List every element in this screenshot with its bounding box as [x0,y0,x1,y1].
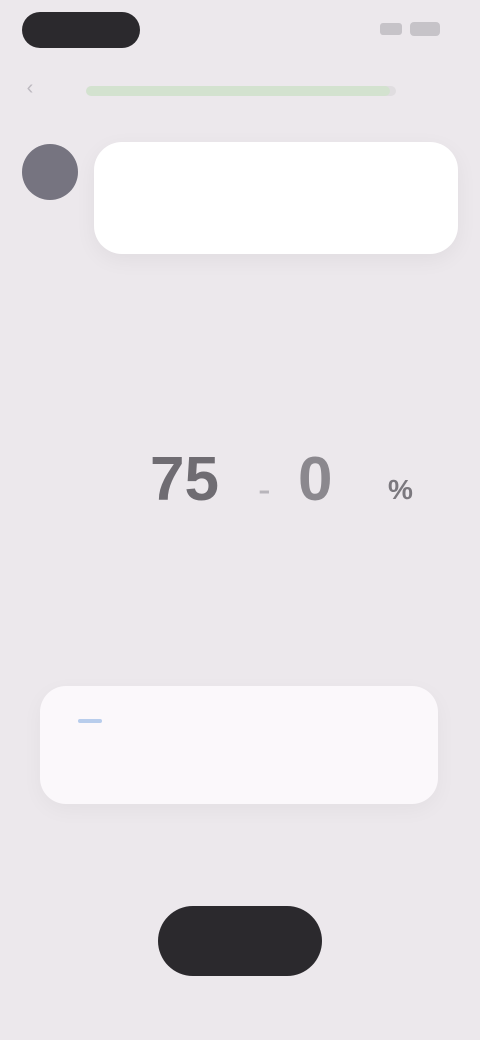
progress-fill [86,86,390,96]
picker-hint [170,300,230,314]
unit-value[interactable]: % [388,470,413,510]
progress-bar [86,86,396,96]
info-card [40,686,438,804]
value-separator: - [258,469,271,511]
info-highlight [78,719,102,723]
status-icons [380,22,440,36]
continue-button[interactable] [158,906,322,976]
signal-icon [380,23,402,35]
status-time [22,12,140,48]
question-bubble [94,142,458,254]
month-value[interactable]: 0 [298,440,332,520]
screen: ‹ 75 - 0 % [0,0,480,1040]
year-value[interactable]: 75 [150,440,219,520]
battery-icon [410,22,440,36]
back-icon[interactable]: ‹ [18,76,42,100]
info-line1 [68,710,102,727]
avatar [22,144,78,200]
